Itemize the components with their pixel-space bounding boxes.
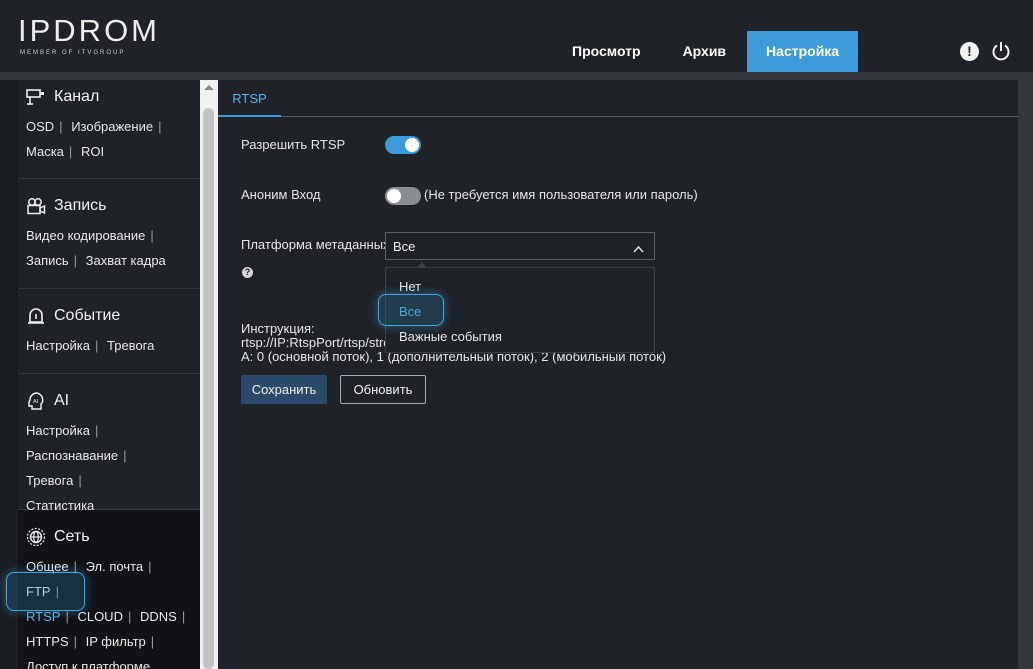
section-head-record: Запись — [26, 189, 192, 223]
rtsp-highlight — [6, 572, 85, 611]
section-head-ai: AI AI — [26, 384, 192, 418]
sidebar-item-recording[interactable]: Запись — [26, 253, 69, 268]
ai-head-icon: AI — [26, 391, 46, 411]
anonymous-login-label: Аноним Вход — [241, 187, 321, 202]
sidebar-item-event-settings[interactable]: Настройка — [26, 338, 90, 353]
nav-archive[interactable]: Архив — [662, 31, 747, 72]
metadata-platform-label: Платформа метаданных — [241, 237, 390, 252]
link-separator: | — [150, 228, 154, 243]
header-divider — [0, 72, 1033, 80]
save-button[interactable]: Сохранить — [241, 375, 327, 404]
sidebar-item-ddns[interactable]: DDNS — [140, 609, 177, 624]
main-panel: RTSP Разрешить RTSP Аноним Вход (Не треб… — [218, 80, 1018, 669]
sidebar-item-mask[interactable]: Маска — [26, 144, 64, 159]
sidebar-item-platform-access[interactable]: Доступ к платформе — [26, 659, 150, 669]
sidebar-section-channel: Канал OSD | Изображение | Маска | ROI — [18, 80, 200, 179]
link-separator: | — [123, 448, 127, 463]
link-separator: | — [150, 634, 155, 649]
ai-links: Настройка | Распознавание | Тревога | Стати… — [26, 418, 192, 518]
link-separator: | — [95, 423, 99, 438]
channel-links: OSD | Изображение | Маска | ROI — [26, 114, 192, 164]
section-head-network: Сеть — [26, 520, 192, 554]
brand-name: IPDROM — [18, 13, 160, 48]
globe-icon — [26, 527, 46, 547]
main-nav: Просмотр Архив Настройка — [551, 31, 859, 72]
link-separator: | — [78, 473, 82, 488]
sidebar-item-ai-settings[interactable]: Настройка — [26, 423, 90, 438]
link-separator: | — [181, 609, 186, 624]
sidebar-item-osd[interactable]: OSD — [26, 119, 54, 134]
sidebar-section-record: Запись Видео кодирование | Запись | Захват… — [18, 179, 200, 289]
sidebar-item-email[interactable]: Эл. почта — [86, 559, 144, 574]
section-title-ai: AI — [54, 392, 70, 409]
refresh-button[interactable]: Обновить — [340, 375, 426, 404]
section-head-event: Событие — [26, 299, 192, 333]
top-header: IPDROM MEMBER OF ITVGROUP Просмотр Архив… — [0, 0, 1033, 72]
section-title-event: Событие — [54, 307, 121, 324]
brand-logo: IPDROM MEMBER OF ITVGROUP — [18, 13, 160, 57]
link-separator: | — [73, 253, 78, 268]
metadata-platform-select[interactable]: Все — [385, 232, 655, 260]
section-title-network: Сеть — [54, 528, 90, 545]
anonymous-login-toggle[interactable] — [385, 187, 421, 205]
anonymous-login-hint: (Не требуется имя пользователя или парол… — [424, 187, 698, 202]
link-separator: | — [158, 119, 162, 134]
sidebar-item-cloud[interactable]: CLOUD — [77, 609, 123, 624]
sidebar-item-statistics[interactable]: Статистика — [26, 498, 94, 513]
toggle-knob — [387, 189, 401, 203]
dropdown-caret-icon — [417, 262, 427, 268]
sidebar-item-roi[interactable]: ROI — [81, 144, 104, 159]
brand-tagline: MEMBER OF ITVGROUP — [20, 50, 126, 56]
tab-bar: RTSP — [218, 80, 1018, 117]
scroll-up-arrow-icon[interactable] — [204, 85, 214, 90]
header-icons: ! — [960, 41, 1011, 61]
sidebar-item-recognition[interactable]: Распознавание — [26, 448, 118, 463]
sidebar-scrollbar[interactable] — [200, 80, 218, 669]
sidebar-section-ai: AI AI Настройка | Распознавание | Тревога |… — [18, 374, 200, 513]
option-highlight — [378, 294, 444, 326]
svg-text:AI: AI — [33, 399, 39, 405]
enable-rtsp-toggle[interactable] — [385, 136, 421, 154]
link-separator: | — [59, 119, 63, 134]
link-separator: | — [127, 609, 132, 624]
sidebar-item-https[interactable]: HTTPS — [26, 634, 69, 649]
sidebar-item-ip-filter[interactable]: IP фильтр — [86, 634, 146, 649]
section-head-channel: Канал — [26, 80, 192, 114]
video-camera-icon — [26, 196, 46, 216]
scroll-thumb[interactable] — [203, 108, 214, 669]
toggle-knob — [405, 138, 419, 152]
sidebar-item-ai-alarm[interactable]: Тревога — [26, 473, 73, 488]
enable-rtsp-label: Разрешить RTSP — [241, 137, 346, 152]
sidebar-item-event-alarm[interactable]: Тревога — [107, 338, 154, 353]
section-title-record: Запись — [54, 197, 107, 214]
power-icon[interactable] — [991, 41, 1011, 61]
camera-icon — [26, 87, 46, 107]
nav-settings[interactable]: Настройка — [747, 31, 859, 72]
sidebar-item-snapshot[interactable]: Захват кадра — [86, 253, 166, 268]
metadata-platform-value: Все — [393, 239, 416, 254]
tab-rtsp[interactable]: RTSP — [218, 80, 281, 117]
alert-icon[interactable]: ! — [960, 41, 979, 61]
link-separator: | — [73, 634, 78, 649]
sidebar-item-video-encoding[interactable]: Видео кодирование — [26, 228, 145, 243]
link-separator: | — [148, 559, 152, 574]
record-links: Видео кодирование | Запись | Захват кадра — [26, 223, 192, 273]
event-links: Настройка | Тревога — [26, 333, 192, 358]
sidebar-section-event: Событие Настройка | Тревога — [18, 289, 200, 374]
section-title-channel: Канал — [54, 88, 100, 105]
link-separator: | — [95, 338, 99, 353]
sidebar-item-rtsp[interactable]: RTSP — [26, 609, 60, 624]
link-separator: | — [65, 609, 69, 624]
chevron-up-icon — [633, 241, 644, 256]
sidebar-item-image[interactable]: Изображение — [71, 119, 153, 134]
alarm-icon — [26, 306, 46, 326]
right-edge — [1018, 80, 1033, 669]
help-icon[interactable]: ? — [242, 267, 253, 278]
link-separator: | — [68, 144, 73, 159]
option-none[interactable]: Нет — [399, 279, 421, 294]
nav-view[interactable]: Просмотр — [551, 31, 662, 72]
option-important-events[interactable]: Важные события — [399, 329, 502, 344]
